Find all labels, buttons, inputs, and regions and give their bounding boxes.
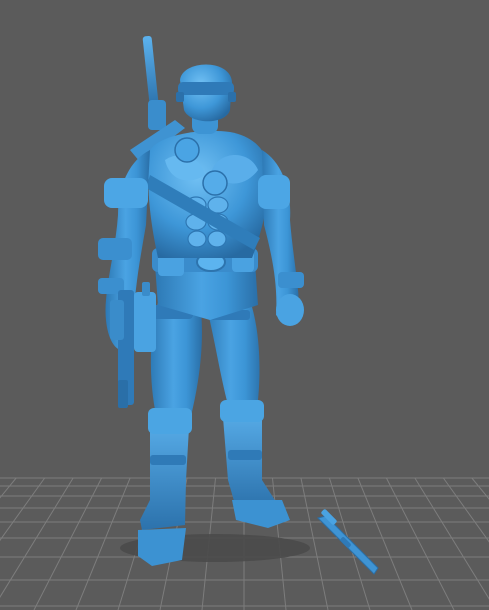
left-wrist-band — [98, 238, 132, 260]
right-shoulder-pad — [258, 175, 290, 209]
visor — [178, 82, 234, 95]
left-boot-sole — [138, 528, 186, 566]
left-boot-strap — [150, 455, 186, 465]
right-fist — [276, 294, 304, 326]
right-wrist-band — [278, 272, 304, 288]
chest-pouch — [202, 170, 228, 196]
3d-viewport[interactable] — [0, 0, 489, 610]
left-shoulder-pad — [104, 178, 148, 208]
grenade-pouch — [174, 137, 200, 163]
back-rifle-stock — [148, 100, 166, 130]
left-boot-cuff — [148, 408, 192, 434]
viewport-canvas[interactable] — [0, 0, 489, 610]
right-boot-cuff — [220, 400, 264, 422]
visor-strap-right — [228, 92, 236, 102]
visor-strap — [176, 92, 184, 102]
right-boot-strap — [228, 450, 262, 460]
